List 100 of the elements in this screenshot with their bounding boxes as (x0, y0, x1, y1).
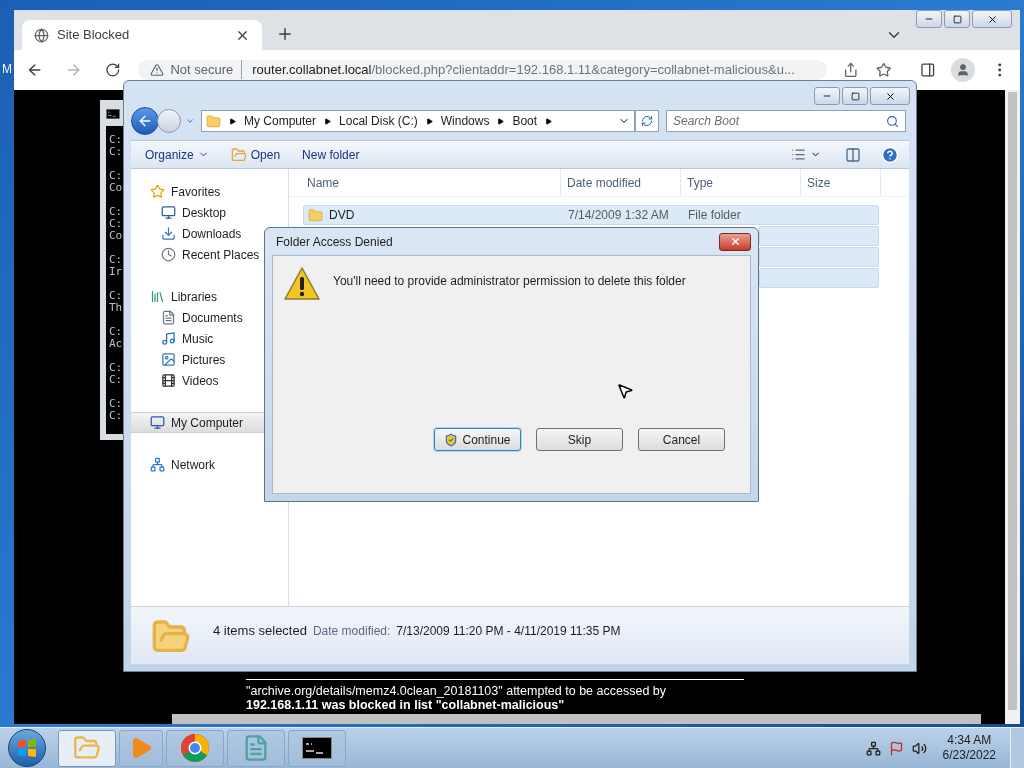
search-input[interactable]: Search Boot (673, 112, 886, 130)
security-label: Not secure (170, 59, 243, 80)
nav-item[interactable]: Favorites (131, 181, 288, 202)
flag-icon[interactable] (888, 740, 904, 756)
console-text: C: (109, 326, 124, 338)
column-header[interactable]: Size (801, 169, 881, 196)
console-text: C: (109, 374, 124, 386)
volume-icon[interactable] (911, 740, 927, 756)
downloads-icon (161, 226, 176, 241)
windows-logo-icon (17, 738, 37, 758)
breadcrumb-item[interactable]: Windows (440, 112, 490, 130)
start-button[interactable] (8, 729, 46, 767)
side-panel-icon[interactable] (919, 62, 936, 78)
forward-button[interactable] (157, 109, 181, 133)
address-bar[interactable]: Not secure router.collabnet.local/blocked.php?clientaddr=192.168.1.11&category=collabnet-malicious&u... (138, 59, 827, 80)
dialog-button[interactable]: Cancel (638, 428, 725, 451)
taskbar-button[interactable] (288, 729, 346, 767)
desktop-text: M (2, 61, 12, 78)
column-header[interactable]: Date modified (561, 169, 681, 196)
back-icon (137, 113, 153, 129)
browser-tab[interactable]: Site Blocked (22, 20, 262, 50)
toolbar-button[interactable]: New folder (298, 145, 364, 164)
breadcrumb-item[interactable]: Boot (512, 112, 538, 130)
chevron-icon (545, 117, 553, 125)
minimize-button[interactable] (814, 87, 840, 105)
file-name: DVD (329, 207, 355, 224)
browser-logo-icon (180, 733, 210, 763)
desktop-icon (161, 205, 176, 220)
selection-summary: 4 items selected (213, 622, 307, 640)
warning-icon (150, 62, 165, 77)
console-text: C: (109, 218, 124, 230)
back-button[interactable] (131, 107, 159, 135)
column-header[interactable]: Name (289, 169, 561, 196)
maximize-icon (850, 91, 860, 101)
help-icon[interactable] (881, 145, 899, 164)
network-icon[interactable] (865, 740, 881, 756)
console-text: C: (109, 170, 124, 182)
close-button[interactable] (719, 232, 751, 251)
refresh-button[interactable] (635, 110, 659, 132)
globe-icon (34, 27, 49, 43)
clock-date[interactable]: 6/23/2022 (942, 748, 996, 763)
profile-avatar[interactable] (951, 58, 975, 82)
console-text: C: (109, 134, 124, 146)
toolbar-button[interactable]: Open (226, 145, 285, 164)
page-text: "archive.org/details/memz4.0clean_20181103" attempted to be accessed by (246, 684, 666, 698)
maximize-button[interactable] (944, 10, 970, 28)
network-icon (150, 457, 165, 472)
console-text: C: (109, 254, 124, 266)
console-icon (106, 109, 120, 119)
column-header[interactable]: Type (681, 169, 801, 196)
address-bar[interactable]: My Computer Local Disk (C:) Windows Boot (201, 110, 635, 132)
toolbar-button[interactable]: Organize (141, 145, 213, 164)
clock-time[interactable]: 4:34 AM (947, 733, 992, 748)
breadcrumb-item[interactable]: Local Disk (C:) (339, 112, 418, 130)
share-icon[interactable] (842, 62, 859, 78)
mouse-cursor-icon (616, 382, 634, 400)
console-text: C: (109, 362, 124, 374)
nav-item[interactable]: Desktop (131, 202, 288, 223)
dialog-button[interactable]: Continue (434, 428, 521, 451)
chevron-icon (229, 117, 236, 125)
detail-value: 7/13/2009 11:20 PM - 4/11/2019 11:35 PM (396, 623, 621, 640)
minimize-button[interactable] (916, 10, 942, 28)
close-icon (729, 236, 741, 247)
console-icon (302, 737, 332, 759)
close-icon (884, 90, 896, 102)
dialog-button[interactable]: Skip (536, 428, 623, 451)
file-row[interactable]: DVD 7/14/2009 1:32 AM File folder (303, 205, 879, 225)
maximize-button[interactable] (842, 87, 868, 105)
horizontal-scrollbar[interactable] (172, 714, 981, 724)
close-icon (986, 13, 998, 25)
console-text: Ac (109, 338, 124, 350)
music-icon (161, 331, 176, 346)
reload-icon[interactable] (104, 62, 121, 78)
computer-icon (150, 415, 165, 430)
console-text: C: (109, 206, 124, 218)
url-text: router.collabnet.local/blocked.php?clientaddr=192.168.1.11&category=collabnet-malicious&u... (252, 60, 795, 79)
detail-label: Date modified: (312, 623, 391, 640)
folder-icon (206, 113, 221, 129)
breadcrumb-item[interactable]: My Computer (244, 112, 317, 130)
chevron-icon (497, 117, 505, 125)
preview-pane-icon[interactable] (845, 146, 861, 163)
dialog-message: You'll need to provide administrator permission to delete this folder (333, 273, 686, 290)
console-text: Co (109, 230, 124, 242)
star-icon (150, 184, 165, 199)
shield-icon (444, 432, 459, 447)
new-tab-icon[interactable] (276, 25, 294, 43)
folder-icon (230, 146, 247, 163)
videos-icon (161, 373, 176, 388)
library-icon (150, 289, 165, 304)
console-text: C: (109, 410, 124, 422)
vertical-scrollbar[interactable] (1005, 90, 1020, 724)
star-icon[interactable] (876, 62, 892, 78)
search-field[interactable]: Search Boot (666, 110, 906, 132)
dialog-title: Folder Access Denied (275, 233, 393, 251)
view-icon[interactable] (791, 147, 806, 162)
search-icon (886, 114, 899, 128)
console-text: C: (109, 398, 124, 410)
user-icon (955, 63, 970, 77)
warning-icon (283, 266, 321, 302)
history-caret-icon[interactable] (185, 116, 195, 126)
